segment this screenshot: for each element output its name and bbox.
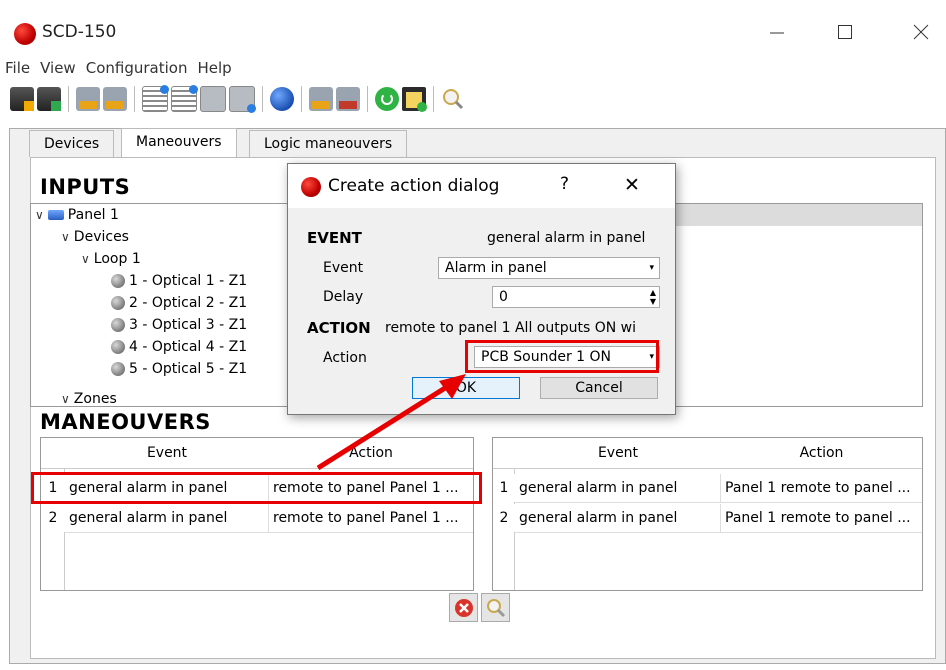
annotation-arrow	[316, 374, 466, 471]
